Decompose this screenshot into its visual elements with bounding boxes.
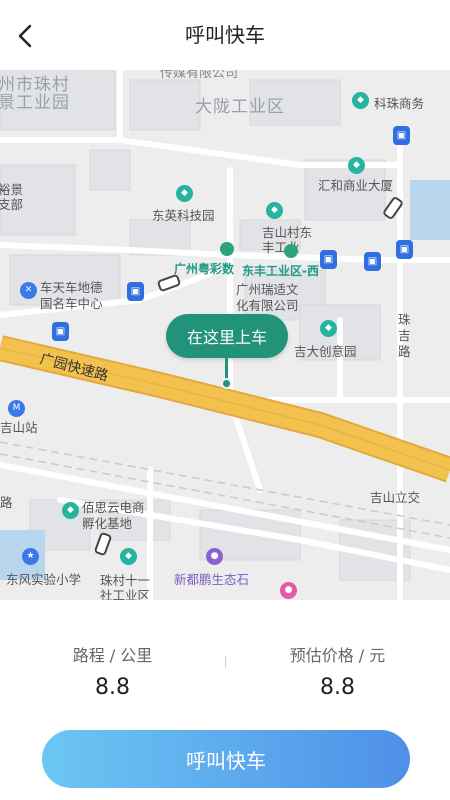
map-label: 州市珠村 (0, 75, 70, 95)
map-label: 大陇工业区 (195, 97, 285, 117)
bus-stop-icon[interactable]: ▣ (127, 282, 144, 301)
bus-stop-icon[interactable]: ▣ (396, 240, 413, 259)
repair-icon[interactable]: ✕ (20, 282, 37, 299)
map-label: 社工业区 (100, 588, 151, 600)
poi-pin-icon[interactable]: ◆ (62, 502, 79, 519)
map-label: 国名车中心 (40, 296, 103, 311)
map-label: 新都鹏生态石 (174, 572, 250, 587)
distance-stat: 路程 / 公里 8.8 (0, 645, 225, 703)
map-label: 广州粤彩数 (174, 262, 235, 276)
map-label: 吉大创意园 (294, 344, 357, 359)
map-label: 支部 (0, 197, 24, 212)
poi-pin-icon[interactable]: ◆ (266, 202, 283, 219)
map-label: 孵化基地 (82, 516, 133, 531)
map-label: 广州瑞适文 (236, 282, 299, 297)
pickup-pin-icon (221, 378, 232, 389)
map-label: 东丰工业区-西 (242, 264, 319, 278)
map-label: 东英科技园 (152, 208, 215, 223)
bus-stop-icon[interactable]: ▣ (52, 322, 69, 341)
shop-icon[interactable]: ● (206, 548, 223, 565)
map-label: 吉山村东 (262, 225, 313, 240)
map-label: 景工业园 (0, 93, 70, 113)
price-stat: 预估价格 / 元 8.8 (225, 645, 450, 703)
map-label: 汇和商业大厦 (318, 178, 394, 193)
poi-pin-icon[interactable]: ◆ (352, 92, 369, 109)
price-value: 8.8 (320, 675, 355, 700)
map-label: 东风实验小学 (6, 572, 82, 587)
poi-pin-icon[interactable]: ● (280, 582, 297, 599)
map-label: 传媒有限公司 (160, 70, 239, 81)
header-bar: 呼叫快车 (0, 0, 450, 70)
call-express-button[interactable]: 呼叫快车 (42, 730, 410, 788)
map-label: 化有限公司 (236, 298, 299, 313)
map-label: 吉 (398, 328, 411, 343)
bus-stop-icon[interactable]: ▣ (393, 126, 410, 145)
bus-stop-icon[interactable]: ▣ (364, 252, 381, 271)
map-label: 路 (0, 495, 13, 510)
pickup-pin-stem (225, 358, 228, 380)
distance-value: 8.8 (95, 675, 130, 700)
station-dot[interactable] (220, 242, 234, 256)
map-label: 珠 (398, 312, 411, 327)
map-label: 科珠商务 (374, 96, 425, 111)
station-dot[interactable] (284, 244, 298, 258)
map-label: 裕景 (0, 182, 24, 197)
school-icon[interactable]: ★ (22, 548, 39, 565)
poi-pin-icon[interactable]: ◆ (320, 320, 337, 337)
pickup-location-button[interactable]: 在这里上车 (166, 314, 288, 358)
map-label: 珠村十一 (100, 573, 151, 588)
trip-summary: 路程 / 公里 8.8 预估价格 / 元 8.8 (0, 600, 450, 720)
metro-icon[interactable]: M (8, 400, 25, 417)
map-label: 路 (398, 344, 411, 359)
bus-stop-icon[interactable]: ▣ (320, 250, 337, 269)
map-label: 吉山立交 (370, 490, 421, 505)
poi-pin-icon[interactable]: ◆ (120, 548, 137, 565)
map-label: 吉山站 (0, 420, 38, 435)
map-view[interactable]: 传媒有限公司 州市珠村 景工业园 大陇工业区 科珠商务 裕景 支部 汇和商业大厦… (0, 70, 450, 600)
map-label: 车天车地德 (40, 280, 103, 295)
distance-label: 路程 / 公里 (72, 646, 153, 665)
page-title: 呼叫快车 (185, 23, 265, 47)
price-label: 预估价格 / 元 (289, 646, 386, 665)
poi-pin-icon[interactable]: ◆ (348, 157, 365, 174)
map-label: 佰思云电商 (82, 500, 145, 515)
poi-pin-icon[interactable]: ◆ (176, 185, 193, 202)
